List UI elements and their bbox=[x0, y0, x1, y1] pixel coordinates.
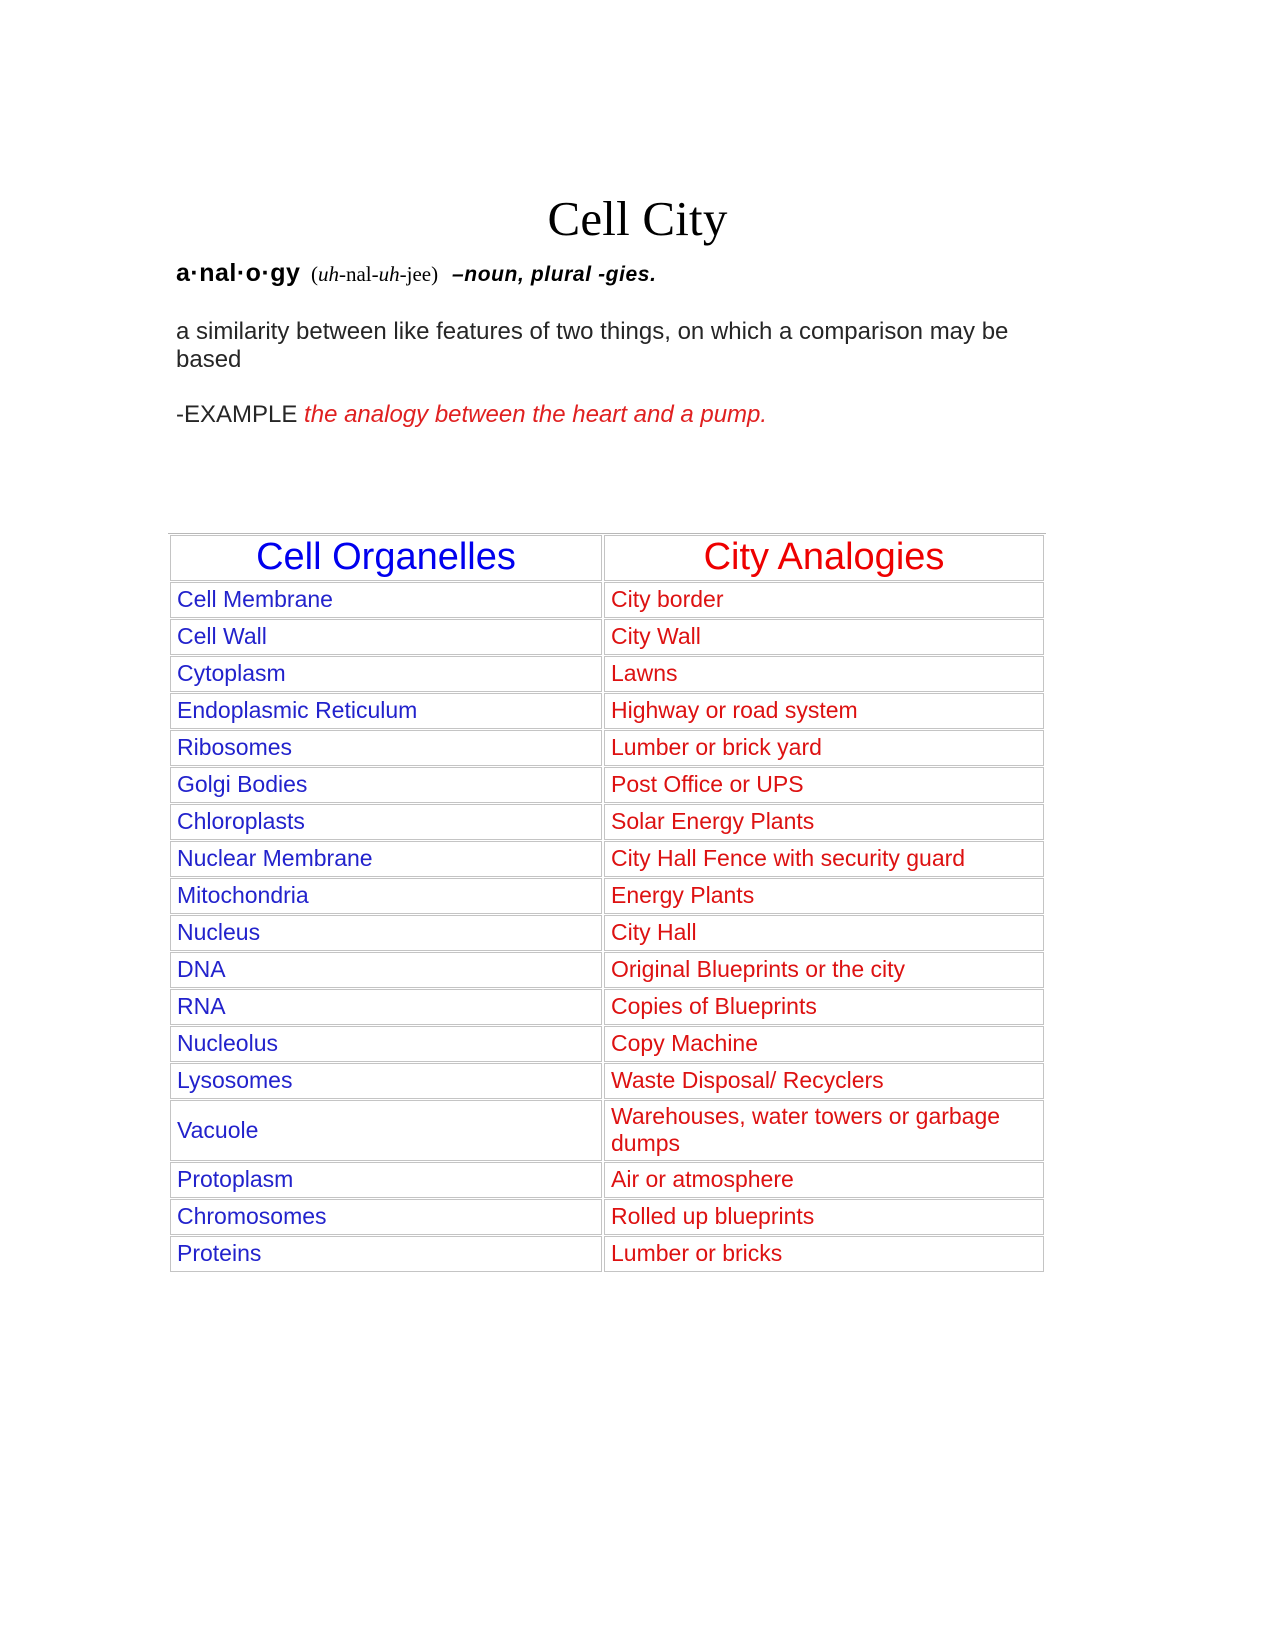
pronunciation-open-paren: ( bbox=[310, 262, 318, 286]
table-row: Golgi Bodies Post Office or UPS bbox=[170, 766, 1044, 803]
example-label: -EXAMPLE bbox=[176, 401, 305, 428]
cell-analogy: Copies of Blueprints bbox=[604, 988, 1044, 1025]
cell-organelle: Chloroplasts bbox=[170, 803, 602, 840]
cell-organelle: Lysosomes bbox=[170, 1062, 602, 1099]
analogy-table-body: Cell Organelles City Analogies Cell Memb… bbox=[170, 535, 1044, 1273]
cell-organelle: Nucleolus bbox=[170, 1025, 602, 1062]
cell-organelle: Proteins bbox=[170, 1236, 602, 1273]
cell-analogy: City Hall Fence with security guard bbox=[604, 840, 1044, 877]
document-page: Cell City a·nal·o·gy (uh-nal-uh-jee) –no… bbox=[0, 0, 1275, 1650]
table-row: DNA Original Blueprints or the city bbox=[170, 951, 1044, 988]
table-row: Cytoplasm Lawns bbox=[170, 655, 1044, 692]
pronunciation-hyphen-2: - bbox=[371, 262, 379, 286]
table-row: Proteins Lumber or bricks bbox=[170, 1236, 1044, 1273]
part-of-speech: –noun, plural -gies. bbox=[452, 263, 657, 286]
cell-analogy: Rolled up blueprints bbox=[604, 1199, 1044, 1236]
table-row: Mitochondria Energy Plants bbox=[170, 877, 1044, 914]
cell-analogy: Warehouses, water towers or garbage dump… bbox=[604, 1099, 1044, 1162]
table-row: Nuclear Membrane City Hall Fence with sec… bbox=[170, 840, 1044, 877]
table-row: Vacuole Warehouses, water towers or garba… bbox=[170, 1099, 1044, 1162]
cell-organelle: Cell Membrane bbox=[170, 581, 602, 618]
table-row: Chromosomes Rolled up blueprints bbox=[170, 1199, 1044, 1236]
cell-analogy: City border bbox=[604, 581, 1044, 618]
pronunciation-hyphen-3: - bbox=[399, 262, 407, 286]
pronunciation-hyphen-1: - bbox=[338, 262, 346, 286]
analogy-table-wrap: Cell Organelles City Analogies Cell Memb… bbox=[168, 533, 1046, 1273]
cell-analogy: Original Blueprints or the city bbox=[604, 951, 1044, 988]
table-row: Nucleolus Copy Machine bbox=[170, 1025, 1044, 1062]
cell-analogy: City Wall bbox=[604, 618, 1044, 655]
headword-line: a·nal·o·gy (uh-nal-uh-jee) –noun, plural… bbox=[176, 258, 1056, 289]
cell-analogy: Solar Energy Plants bbox=[604, 803, 1044, 840]
cell-analogy: Copy Machine bbox=[604, 1025, 1044, 1062]
cell-organelle: Cytoplasm bbox=[170, 655, 602, 692]
definition-headword-block: a·nal·o·gy (uh-nal-uh-jee) –noun, plural… bbox=[176, 258, 1056, 289]
cell-analogy: City Hall bbox=[604, 914, 1044, 951]
table-row: Endoplasmic Reticulum Highway or road sys… bbox=[170, 692, 1044, 729]
pronunciation: (uh-nal-uh-jee) bbox=[300, 262, 438, 286]
cell-organelle: Mitochondria bbox=[170, 877, 602, 914]
page-title: Cell City bbox=[547, 190, 728, 246]
table-row: Ribosomes Lumber or brick yard bbox=[170, 729, 1044, 766]
cell-organelle: Chromosomes bbox=[170, 1199, 602, 1236]
cell-organelle: Cell Wall bbox=[170, 618, 602, 655]
cell-organelle: Nuclear Membrane bbox=[170, 840, 602, 877]
table-row: Cell Membrane City border bbox=[170, 581, 1044, 618]
cell-analogy: Lumber or brick yard bbox=[604, 729, 1044, 766]
table-row: Lysosomes Waste Disposal/ Recyclers bbox=[170, 1062, 1044, 1099]
cell-analogy: Highway or road system bbox=[604, 692, 1044, 729]
cell-organelle: Nucleus bbox=[170, 914, 602, 951]
cell-organelle: RNA bbox=[170, 988, 602, 1025]
cell-city-analogy-table: Cell Organelles City Analogies Cell Memb… bbox=[168, 533, 1046, 1273]
cell-organelle: Golgi Bodies bbox=[170, 766, 602, 803]
table-row: Protoplasm Air or atmosphere bbox=[170, 1162, 1044, 1199]
table-row: Nucleus City Hall bbox=[170, 914, 1044, 951]
pronunciation-syllable-2: nal bbox=[345, 262, 372, 286]
table-row: RNA Copies of Blueprints bbox=[170, 988, 1044, 1025]
column-header-cell-analogies: City Analogies bbox=[604, 535, 1044, 581]
column-header-analogies-label: City Analogies bbox=[703, 536, 945, 578]
definition-meaning: a similarity between like features of tw… bbox=[176, 318, 1009, 374]
cell-analogy: Energy Plants bbox=[604, 877, 1044, 914]
column-header-cell-organelles: Cell Organelles bbox=[170, 535, 602, 581]
pronunciation-syllable-4: jee) bbox=[406, 262, 439, 286]
cell-analogy: Post Office or UPS bbox=[604, 766, 1044, 803]
cell-organelle: DNA bbox=[170, 951, 602, 988]
pronunciation-syllable-3: uh bbox=[378, 262, 400, 286]
column-header-organelles-label: Cell Organelles bbox=[256, 536, 516, 578]
pronunciation-syllable-1: uh bbox=[317, 262, 339, 286]
headword-term: a·nal·o·gy bbox=[176, 259, 301, 287]
cell-analogy: Lawns bbox=[604, 655, 1044, 692]
cell-analogy: Lumber or bricks bbox=[604, 1236, 1044, 1273]
cell-analogy: Waste Disposal/ Recyclers bbox=[604, 1062, 1044, 1099]
table-row: Chloroplasts Solar Energy Plants bbox=[170, 803, 1044, 840]
cell-organelle: Protoplasm bbox=[170, 1162, 602, 1199]
cell-organelle: Ribosomes bbox=[170, 729, 602, 766]
definition-example: -EXAMPLE the analogy between the heart a… bbox=[176, 401, 1056, 430]
cell-organelle: Endoplasmic Reticulum bbox=[170, 692, 602, 729]
example-sentence: the analogy between the heart and a pump… bbox=[304, 401, 768, 428]
cell-analogy: Air or atmosphere bbox=[604, 1162, 1044, 1199]
table-row: Cell Wall City Wall bbox=[170, 618, 1044, 655]
cell-organelle: Vacuole bbox=[170, 1099, 602, 1162]
table-header-row: Cell Organelles City Analogies bbox=[170, 535, 1044, 581]
